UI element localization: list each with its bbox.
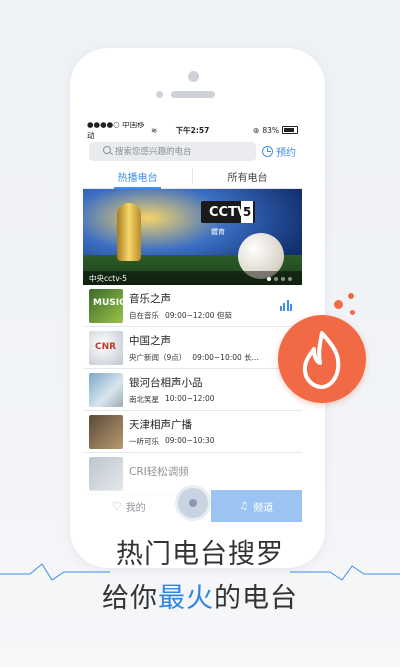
tagline-line2: 给你最火的电台 [0,576,400,615]
list-item[interactable]: CNR 中国之声 央广新闻（9点） 09:00~10:00 长... [83,327,302,369]
station-schedule: 09:00~12:00 但茹 [165,310,232,320]
spark-dot [348,293,354,299]
disc-icon [188,499,197,507]
featured-banner[interactable]: CCTV 5 體育 中央cctv-5 [83,189,302,285]
station-schedule: 09:00~10:30 [165,435,215,445]
headphones-icon: ♫ [239,500,249,512]
tagline-line1: 热门电台搜罗 [116,539,284,570]
battery-percent: 83% [262,125,279,135]
trophy-image [117,203,141,261]
tab-label: 所有电台 [227,172,268,184]
carousel-dots [267,277,292,281]
speaker-grille [171,91,215,98]
list-item[interactable]: 天津相声广播 一听可乐 09:00~10:30 [83,411,302,453]
reserve-label: 预约 [276,147,296,159]
channel-label: 频道 [253,502,274,514]
station-schedule: 10:00~12:00 [165,393,215,403]
station-name: CRI轻松调频 [129,466,189,478]
camera-icon [188,71,199,82]
list-item[interactable]: 银河台相声小品 南北笑星 10:00~12:00 [83,369,302,411]
tab-bar: 热播电台 所有电台 [83,164,302,189]
station-program: 自在音乐 [129,310,159,320]
sensor-dot [156,91,163,98]
banner-caption-text: 中央cctv-5 [89,273,127,283]
reserve-button[interactable]: 预约 [262,144,296,159]
status-bar: ●●●●○ 中国移动 ≋ 下午2:57 ⊛ 83% [83,122,302,140]
app-screen: ●●●●○ 中国移动 ≋ 下午2:57 ⊛ 83% 搜索您感兴趣的电台 预约 热播… [83,122,302,522]
alarm-clock-icon [262,145,273,157]
channel-logo-number: 5 [241,201,253,223]
tab-hot-stations[interactable]: 热播电台 [83,164,192,189]
tab-label: 热播电台 [117,172,158,184]
station-program: 南北笑星 [129,394,159,404]
tab-all-stations[interactable]: 所有电台 [193,164,302,188]
play-button[interactable] [174,485,211,521]
station-name: 天津相声广播 [129,418,192,431]
station-list: MUSIC 音乐之声 自在音乐 09:00~12:00 但茹 CNR 中国之声 央… [83,285,302,495]
my-button[interactable]: ♡ 我的 [83,499,175,514]
search-input[interactable]: 搜索您感兴趣的电台 [89,141,256,161]
tagline-text: 的电台 [214,583,298,614]
spark-dot [334,300,343,309]
channel-button[interactable]: ♫ 频道 [210,490,302,522]
list-item[interactable]: MUSIC 音乐之声 自在音乐 09:00~12:00 但茹 [83,285,302,327]
search-placeholder: 搜索您感兴趣的电台 [115,147,192,157]
station-program: 一听可乐 [129,436,159,446]
channel-subtitle: 體育 [211,228,225,236]
station-thumbnail: CNR [89,330,123,365]
tagline-highlight: 最火 [158,583,214,614]
carrier-text: ●●●●○ 中国移动 [87,122,145,140]
fire-badge [278,315,366,403]
station-schedule: 09:00~10:00 长... [192,352,259,362]
playing-indicator-icon [279,299,292,311]
station-name: 中国之声 [129,334,171,347]
station-thumbnail: MUSIC [89,288,123,323]
lock-rotation-icon: ⊛ [253,125,260,135]
bottom-bar: ♡ 我的 ♫ 频道 [83,485,302,522]
spark-dot [350,310,355,315]
station-name: 音乐之声 [129,292,171,305]
search-bar: 搜索您感兴趣的电台 预约 [83,138,302,164]
station-thumbnail [89,372,123,407]
my-label: 我的 [125,502,146,514]
station-program: 央广新闻（9点） [129,352,187,362]
search-icon [103,145,111,154]
station-thumbnail [89,414,123,449]
station-name: 银河台相声小品 [129,376,203,389]
station-thumbnail [89,456,123,491]
status-time: 下午2:57 [175,125,210,135]
flame-icon [302,331,341,389]
battery-icon [281,126,298,134]
tagline-text: 给你 [102,583,158,614]
heart-icon: ♡ [111,499,122,513]
